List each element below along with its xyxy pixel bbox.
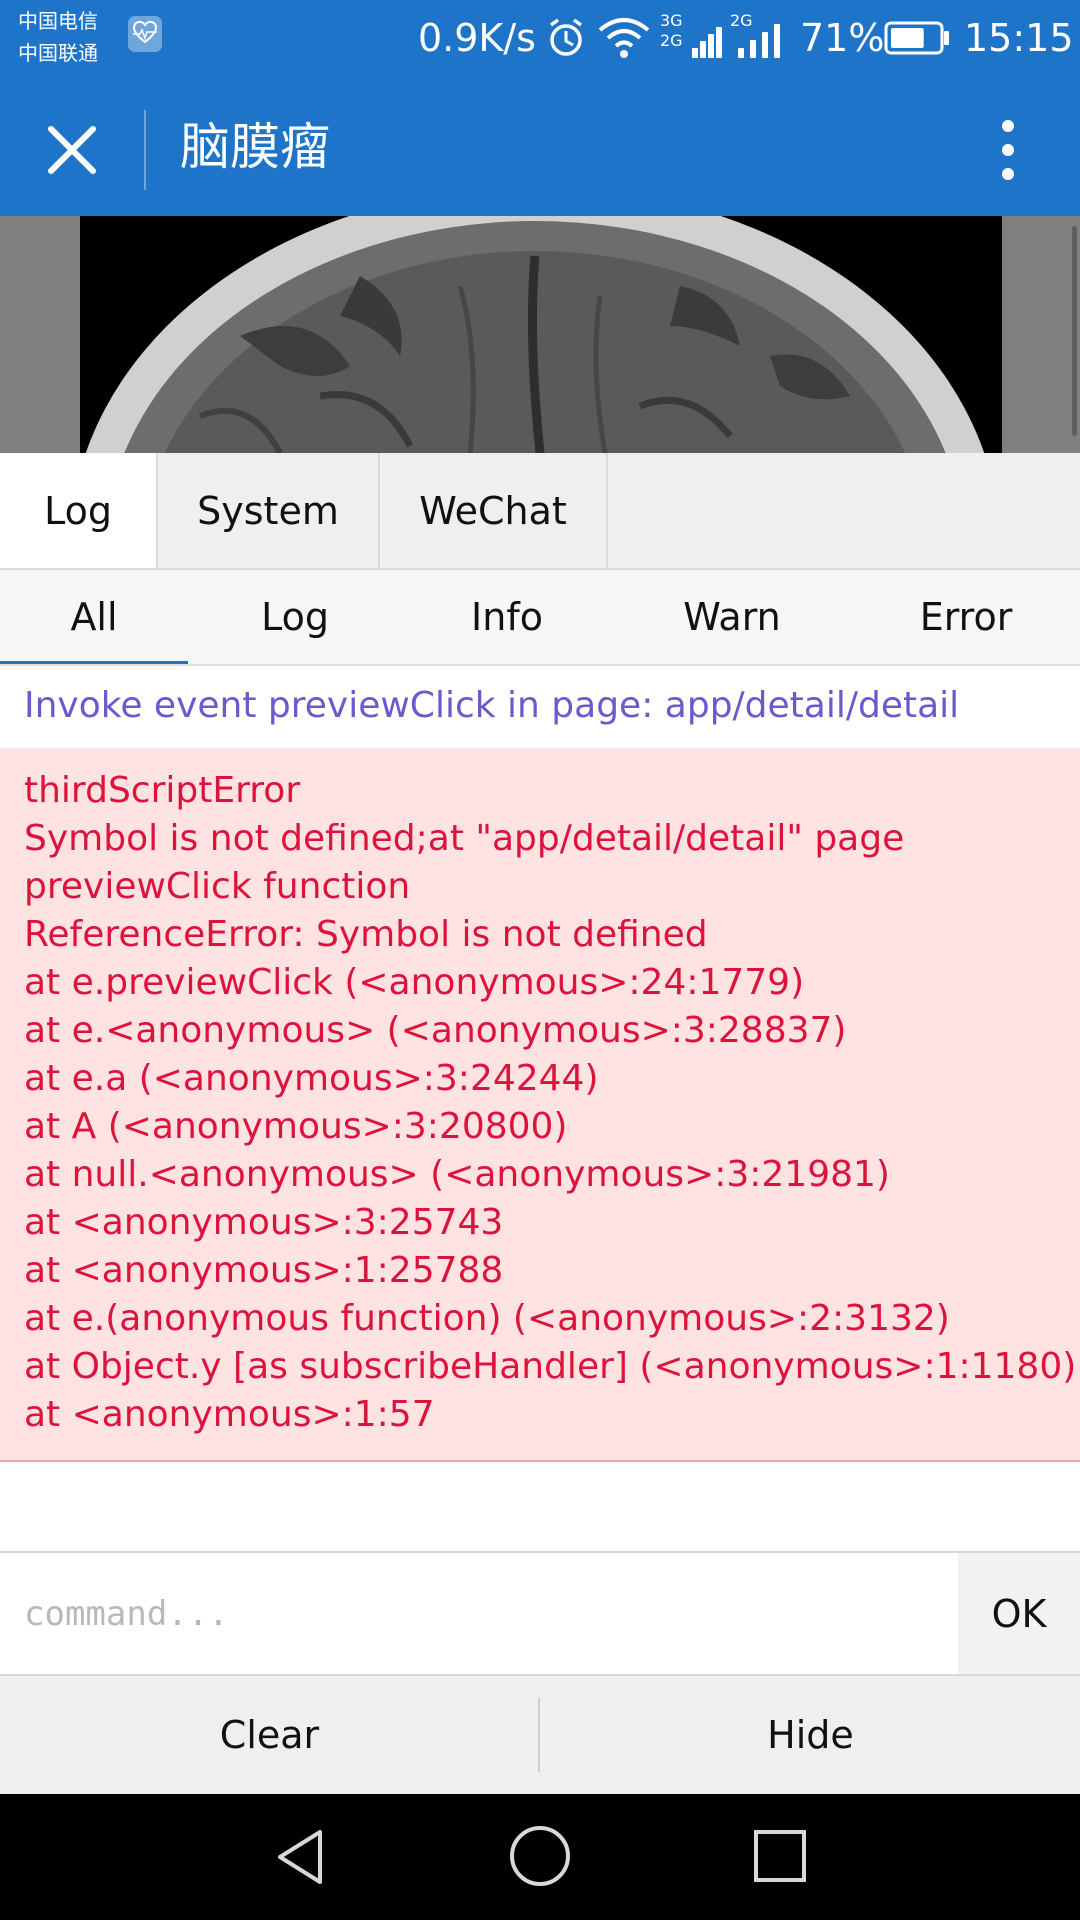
sim1-network-label-secondary: 2G bbox=[660, 31, 683, 50]
carrier-1-label: 中国电信 bbox=[18, 9, 98, 33]
log-panel[interactable]: Invoke event previewClick in page: app/d… bbox=[0, 666, 1080, 1551]
actions-divider bbox=[538, 1698, 540, 1772]
net-speed: 0.9K/s bbox=[418, 16, 536, 60]
info-log-entry: Invoke event previewClick in page: app/d… bbox=[0, 666, 1080, 749]
filter-log[interactable]: Log bbox=[188, 570, 402, 664]
system-nav-bar bbox=[0, 1794, 1080, 1920]
more-vertical-icon bbox=[1002, 120, 1014, 180]
error-log-line: at e.(anonymous function) (<anonymous>:2… bbox=[24, 1298, 950, 1339]
error-log-line: at <anonymous>:1:25788 bbox=[24, 1250, 504, 1291]
clear-button[interactable]: Clear bbox=[0, 1676, 539, 1794]
signal-icon: 3G 2G bbox=[660, 11, 722, 60]
page-title: 脑膜瘤 bbox=[180, 118, 330, 176]
error-log-lines: thirdScriptError Symbol is not defined;at… bbox=[24, 767, 1076, 1439]
ct-scan-image[interactable] bbox=[80, 216, 1002, 453]
console-tab-bar: Log System WeChat bbox=[0, 453, 1080, 570]
error-log-line: at Object.y [as subscribeHandler] (<anon… bbox=[24, 1346, 1077, 1387]
close-button[interactable] bbox=[26, 104, 118, 196]
filter-all[interactable]: All bbox=[0, 570, 188, 664]
error-log-line: Symbol is not defined;at "app/detail/det… bbox=[24, 818, 905, 859]
battery-percent: 71% bbox=[800, 16, 885, 60]
title-divider bbox=[144, 110, 146, 190]
ok-button[interactable]: OK bbox=[958, 1553, 1080, 1674]
filter-warn[interactable]: Warn bbox=[612, 570, 852, 664]
tab-wechat[interactable]: WeChat bbox=[380, 453, 608, 568]
back-button[interactable] bbox=[268, 1824, 334, 1890]
error-log-line: at <anonymous>:1:57 bbox=[24, 1394, 435, 1435]
battery-icon bbox=[884, 20, 950, 56]
sim2-network-label: 2G bbox=[730, 11, 753, 30]
active-filter-indicator bbox=[0, 661, 188, 664]
more-button[interactable] bbox=[982, 108, 1034, 196]
info-log-text: Invoke event previewClick in page: app/d… bbox=[24, 685, 960, 726]
title-bar: 脑膜瘤 bbox=[0, 80, 1080, 216]
error-log-line: at e.a (<anonymous>:3:24244) bbox=[24, 1058, 599, 1099]
carrier-2-label: 中国联通 bbox=[18, 41, 98, 65]
home-icon bbox=[510, 1826, 570, 1886]
filter-info[interactable]: Info bbox=[402, 570, 612, 664]
tab-system[interactable]: System bbox=[158, 453, 380, 568]
clock: 15:15 bbox=[964, 16, 1074, 60]
preview-area[interactable] bbox=[0, 216, 1080, 453]
error-log-line: thirdScriptError bbox=[24, 770, 301, 811]
close-icon bbox=[48, 126, 96, 174]
hide-button[interactable]: Hide bbox=[541, 1676, 1080, 1794]
recents-icon bbox=[754, 1830, 806, 1882]
error-log-line: at null.<anonymous> (<anonymous>:3:21981… bbox=[24, 1154, 890, 1195]
wifi-icon bbox=[596, 14, 652, 60]
error-log-line: at e.<anonymous> (<anonymous>:3:28837) bbox=[24, 1010, 847, 1051]
status-bar: 中国电信 中国联通 0.9K/s 3G 2G 2G 71% 15:15 bbox=[0, 0, 1080, 80]
tab-log[interactable]: Log bbox=[0, 453, 158, 568]
error-log-entry: thirdScriptError Symbol is not defined;at… bbox=[0, 749, 1080, 1462]
error-log-line: at e.previewClick (<anonymous>:24:1779) bbox=[24, 962, 805, 1003]
sim1-network-label: 3G bbox=[660, 11, 683, 30]
alarm-icon bbox=[546, 16, 586, 60]
error-log-line: at A (<anonymous>:3:20800) bbox=[24, 1106, 568, 1147]
health-icon bbox=[128, 16, 162, 52]
signal-icon-sim2: 2G bbox=[730, 12, 792, 60]
scrollbar-thumb[interactable] bbox=[1072, 226, 1077, 436]
error-log-line: at <anonymous>:3:25743 bbox=[24, 1202, 504, 1243]
home-button[interactable] bbox=[506, 1822, 574, 1890]
log-filter-bar: All Log Info Warn Error bbox=[0, 570, 1080, 666]
command-input[interactable] bbox=[0, 1553, 958, 1674]
back-icon bbox=[278, 1830, 322, 1884]
error-log-line: ReferenceError: Symbol is not defined bbox=[24, 914, 708, 955]
recents-button[interactable] bbox=[748, 1824, 812, 1888]
filter-error[interactable]: Error bbox=[852, 570, 1080, 664]
command-row: OK bbox=[0, 1551, 1080, 1676]
console-actions: Clear Hide bbox=[0, 1676, 1080, 1794]
error-log-line: previewClick function bbox=[24, 866, 411, 907]
